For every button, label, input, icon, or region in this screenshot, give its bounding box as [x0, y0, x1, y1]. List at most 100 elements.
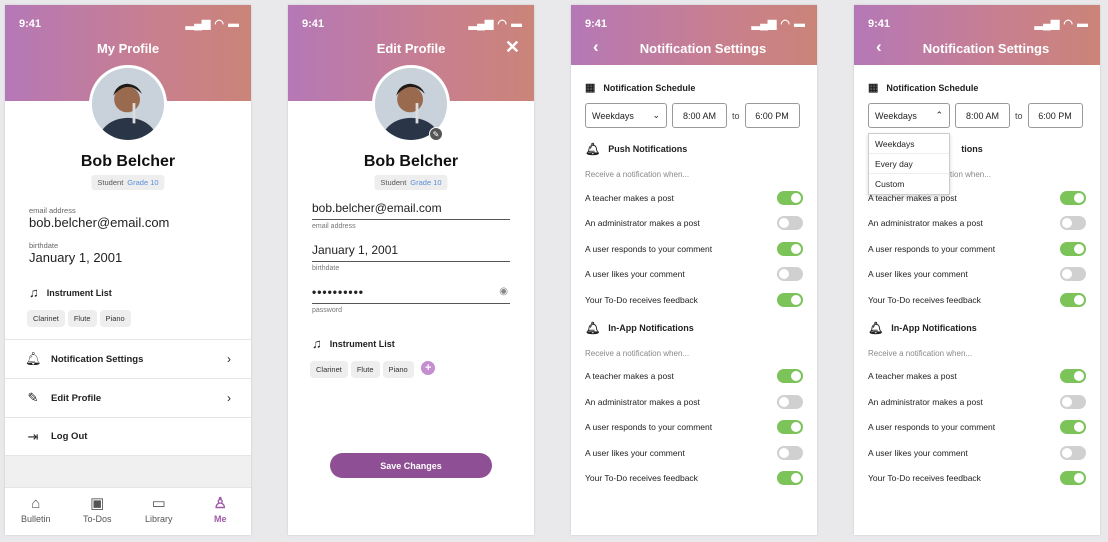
- edit-photo-icon[interactable]: ✎: [429, 127, 443, 141]
- menu-label: Edit Profile: [51, 392, 102, 404]
- toggle-switch[interactable]: [777, 190, 803, 205]
- tab-library[interactable]: ▭ Library: [134, 494, 184, 524]
- instrument-chip: Clarinet: [27, 310, 65, 327]
- birthdate-field[interactable]: January 1, 2001 birthdate: [312, 243, 510, 272]
- toggle-switch[interactable]: [1060, 216, 1086, 231]
- toggle-row: Your To-Do receives feedback: [868, 287, 1086, 313]
- tab-todos[interactable]: ▣ To-Dos: [72, 494, 122, 524]
- email-input[interactable]: bob.belcher@email.com: [312, 201, 510, 220]
- end-time-select[interactable]: 6:00 PM: [744, 103, 800, 128]
- email-block: email address bob.belcher@email.com: [29, 206, 169, 230]
- status-bar: 9:41 ▂▄▆ ◠ ▬: [868, 17, 1088, 31]
- toggle-row: A teacher makes a post: [585, 185, 803, 211]
- toggle-switch[interactable]: [1060, 394, 1086, 409]
- tab-bulletin[interactable]: ⌂ Bulletin: [11, 494, 61, 524]
- page-title: My Profile: [96, 41, 160, 56]
- toggle-label: Your To-Do receives feedback: [585, 294, 698, 305]
- receive-label: Receive a notification when...: [585, 348, 690, 358]
- toggle-switch[interactable]: [777, 445, 803, 460]
- bell-icon: 🔔︎: [585, 320, 601, 335]
- toggle-label: An administrator makes a post: [868, 218, 983, 229]
- instrument-chip[interactable]: Flute: [350, 361, 380, 378]
- tab-label: Library: [144, 514, 173, 524]
- menu-edit-profile[interactable]: ✎ Edit Profile ›: [5, 378, 251, 417]
- instrument-chips: Clarinet Flute Piano +: [310, 359, 436, 378]
- email-field[interactable]: bob.belcher@email.com email address: [312, 201, 510, 230]
- toggle-switch[interactable]: [777, 267, 803, 282]
- toggle-switch[interactable]: [777, 241, 803, 256]
- notification-settings-screen: 9:41 ▂▄▆ ◠ ▬ ‹ Notification Settings ▦ N…: [571, 5, 817, 535]
- calendar-icon: ▦: [868, 82, 879, 94]
- menu-notification-settings[interactable]: 🔔︎ Notification Settings ›: [5, 339, 251, 378]
- folder-icon: ▭: [151, 495, 166, 512]
- toggle-switch[interactable]: [777, 292, 803, 307]
- toggle-row: A user likes your comment: [868, 440, 1086, 466]
- save-button[interactable]: Save Changes: [330, 453, 492, 478]
- birthdate-label: birthdate: [312, 265, 340, 272]
- inapp-toggle-list: A teacher makes a post An administrator m…: [868, 364, 1086, 492]
- toggle-switch[interactable]: [777, 216, 803, 231]
- status-icons: ▂▄▆ ◠ ▬: [186, 17, 239, 31]
- close-icon[interactable]: ✕: [505, 37, 520, 58]
- toggle-row: An administrator makes a post: [585, 211, 803, 237]
- password-label: password: [312, 307, 342, 314]
- dropdown-option[interactable]: Weekdays: [869, 134, 949, 154]
- tab-me[interactable]: ♙ Me: [195, 494, 245, 524]
- profile-screen: 9:41 ▂▄▆ ◠ ▬ My Profile Bob Belcher Stud…: [5, 5, 251, 535]
- toggle-switch[interactable]: [1060, 369, 1086, 384]
- toggle-switch[interactable]: [777, 420, 803, 435]
- instrument-list-heading: ♫ Instrument List: [312, 336, 395, 351]
- bell-icon: 🔔︎: [25, 351, 42, 366]
- toggle-switch[interactable]: [1060, 241, 1086, 256]
- add-instrument-icon[interactable]: +: [421, 360, 436, 375]
- instrument-chip[interactable]: Piano: [382, 361, 414, 378]
- email-value: bob.belcher@email.com: [29, 215, 170, 230]
- toggle-switch[interactable]: [1060, 267, 1086, 282]
- toggle-row: A user likes your comment: [585, 262, 803, 288]
- to-label: to: [1015, 110, 1023, 121]
- toggle-switch[interactable]: [1060, 420, 1086, 435]
- days-select[interactable]: Weekdays ⌃: [868, 103, 950, 128]
- password-input[interactable]: ••••••••••: [312, 285, 510, 304]
- status-time: 9:41: [868, 17, 891, 30]
- toggle-row: A teacher makes a post: [585, 364, 803, 390]
- calendar-icon: ▦: [585, 82, 596, 94]
- end-time-select[interactable]: 6:00 PM: [1027, 103, 1083, 128]
- start-time-select[interactable]: 8:00 AM: [955, 103, 1010, 128]
- dropdown-option[interactable]: Every day: [869, 154, 949, 174]
- toggle-switch[interactable]: [777, 369, 803, 384]
- status-time: 9:41: [19, 17, 42, 30]
- spacer: [5, 456, 251, 487]
- toggle-switch[interactable]: [1060, 471, 1086, 486]
- push-title: Push Notifications: [608, 144, 688, 154]
- tab-label: To-Dos: [82, 514, 112, 524]
- days-value: Weekdays: [592, 110, 634, 121]
- push-toggle-list: A teacher makes a post An administrator m…: [585, 185, 803, 313]
- eye-icon[interactable]: ◉: [499, 286, 508, 297]
- toggle-row: An administrator makes a post: [585, 389, 803, 415]
- toggle-switch[interactable]: [777, 471, 803, 486]
- toggle-row: A user responds to your comment: [868, 236, 1086, 262]
- instrument-chips: Clarinet Flute Piano: [27, 308, 134, 327]
- start-time-select[interactable]: 8:00 AM: [672, 103, 727, 128]
- menu-label: Notification Settings: [51, 353, 144, 365]
- days-select[interactable]: Weekdays ⌄: [585, 103, 667, 128]
- toggle-switch[interactable]: [1060, 292, 1086, 307]
- toggle-switch[interactable]: [1060, 190, 1086, 205]
- instrument-chip: Piano: [99, 310, 131, 327]
- logout-icon: ⇥: [27, 428, 39, 444]
- password-field[interactable]: •••••••••• ◉ password: [312, 285, 510, 314]
- tab-label: Me: [213, 514, 227, 524]
- role-label: Student: [97, 178, 124, 187]
- birthdate-input[interactable]: January 1, 2001: [312, 243, 510, 262]
- toggle-switch[interactable]: [1060, 445, 1086, 460]
- avatar: [89, 65, 167, 143]
- menu-log-out[interactable]: ⇥ Log Out: [5, 417, 251, 456]
- toggle-label: An administrator makes a post: [868, 396, 983, 407]
- dropdown-option[interactable]: Custom: [869, 174, 949, 194]
- toggle-switch[interactable]: [777, 394, 803, 409]
- push-toggle-list: A teacher makes a post An administrator m…: [868, 185, 1086, 313]
- schedule-title: Notification Schedule: [886, 82, 979, 93]
- toggle-row: An administrator makes a post: [868, 211, 1086, 237]
- instrument-chip[interactable]: Clarinet: [310, 361, 348, 378]
